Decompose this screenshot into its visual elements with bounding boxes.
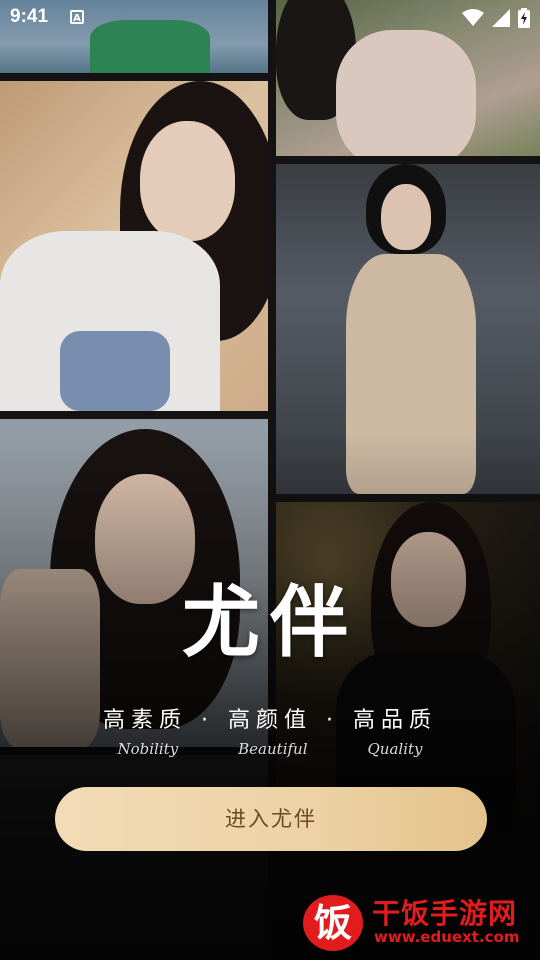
script-word-3: Quality bbox=[367, 740, 423, 758]
script-word-2: Beautiful bbox=[238, 740, 308, 758]
photo-tile-7 bbox=[0, 755, 268, 960]
watermark-name: 干饭手游网 bbox=[372, 897, 518, 930]
app-title: 尤伴 bbox=[181, 577, 358, 668]
watermark-logo-icon: 饭 bbox=[303, 895, 363, 951]
battery-charging-icon bbox=[518, 8, 530, 28]
slogan-separator: · bbox=[200, 708, 214, 733]
site-watermark: 饭 干饭手游网 www.eduext.com bbox=[300, 888, 530, 954]
script-word-1: Nobility bbox=[117, 740, 179, 758]
signal-icon bbox=[492, 9, 510, 27]
slogan: 高素质 · 高颜值 · 高品质 bbox=[0, 702, 540, 734]
photo-tile-3 bbox=[0, 81, 268, 411]
status-bar: 9:41 A bbox=[0, 0, 540, 36]
enter-app-button[interactable]: 进入尤伴 bbox=[55, 787, 487, 851]
notification-a-icon: A bbox=[70, 10, 84, 24]
wifi-icon bbox=[462, 9, 484, 26]
photo-tile-4 bbox=[276, 164, 540, 494]
watermark-logo-char: 饭 bbox=[314, 901, 352, 945]
status-time: 9:41 bbox=[10, 6, 49, 27]
slogan-item-1: 高素质 bbox=[102, 708, 187, 733]
slogan-item-2: 高颜值 bbox=[227, 708, 312, 733]
script-words: Nobility Beautiful Quality bbox=[0, 740, 540, 758]
slogan-item-3: 高品质 bbox=[353, 708, 438, 733]
splash-screen: 9:41 A 尤伴 高素质 · 高颜值 · 高品质 Nobility Beautiful… bbox=[0, 0, 540, 960]
slogan-separator: · bbox=[326, 708, 339, 733]
watermark-url: www.eduext.com bbox=[374, 928, 520, 946]
